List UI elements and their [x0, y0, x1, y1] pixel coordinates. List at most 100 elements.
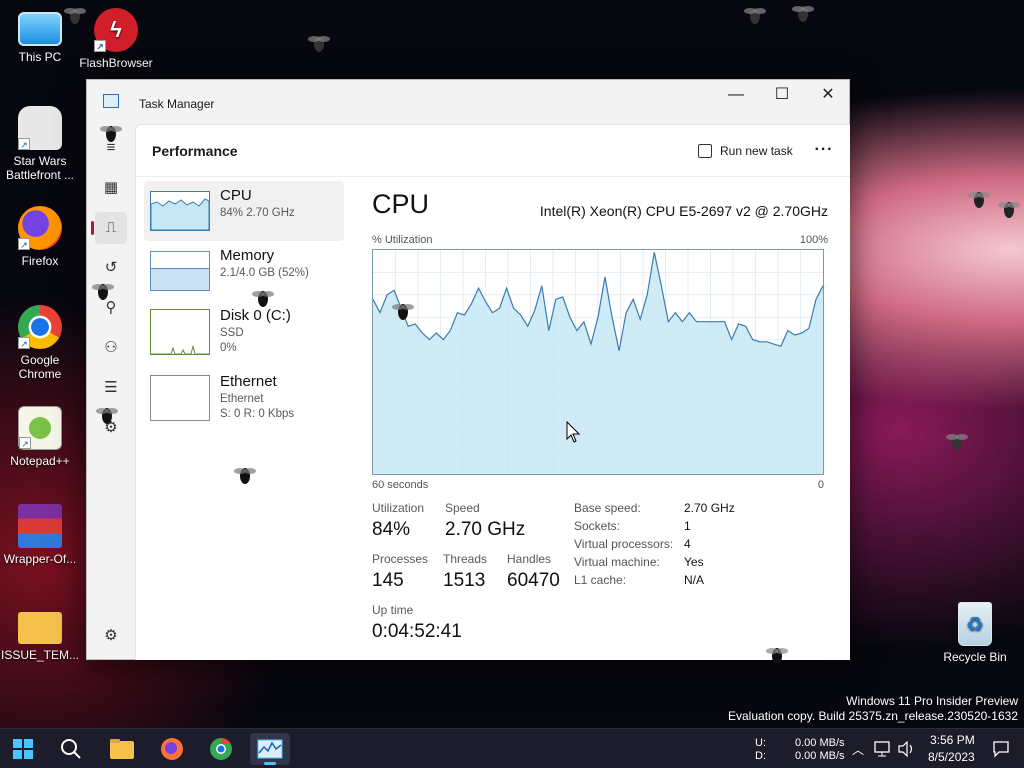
fly-icon [392, 304, 414, 320]
device-name: Ethernet [220, 373, 277, 390]
cpu-utilization-graph [372, 249, 824, 475]
file-explorer-button[interactable] [102, 733, 142, 765]
fly-icon [998, 202, 1020, 218]
cpu-heading: CPU [372, 189, 430, 219]
cpu-utilization-svg [373, 250, 824, 474]
mouse-cursor-icon [566, 421, 580, 443]
memory-thumbnail-graph [150, 251, 210, 291]
file-explorer-icon [110, 739, 134, 759]
page-title: Performance [152, 143, 238, 159]
shortcut-arrow-icon: ↗ [19, 437, 31, 449]
threads-label: Threads [443, 552, 488, 566]
desktop-icon-recycle-bin[interactable]: ♻ Recycle Bin [935, 602, 1015, 664]
volume-icon[interactable] [898, 741, 916, 757]
desktop-icon-flashbrowser[interactable]: ϟ ↗ FlashBrowser [76, 8, 156, 70]
fly-icon [792, 6, 814, 22]
spec-label-virtual-machine: Virtual machine: [574, 555, 660, 569]
clock-date[interactable]: 8/5/2023 [928, 750, 975, 764]
users-icon[interactable]: ⚇ [95, 332, 127, 364]
device-detail-secondary: 0% [220, 342, 237, 354]
computer-icon [18, 12, 62, 46]
chrome-icon: ↗ [18, 305, 62, 349]
cpu-model-name: Intel(R) Xeon(R) CPU E5-2697 v2 @ 2.70GH… [539, 203, 828, 219]
speed-value: 2.70 GHz [445, 519, 526, 540]
graph-time-span-label: 60 seconds [372, 479, 429, 491]
title-bar[interactable]: Task Manager — ☐ ✕ [87, 80, 849, 124]
notification-icon[interactable] [992, 740, 1010, 758]
device-detail: 2.1/4.0 GB (52%) [220, 267, 309, 279]
desktop-icon-star-wars[interactable]: ↗ Star Wars Battlefront ... [0, 106, 80, 182]
watermark-line-1: Windows 11 Pro Insider Preview [846, 694, 1018, 708]
device-item-ethernet[interactable]: Ethernet Ethernet S: 0 R: 0 Kbps [144, 367, 344, 427]
fly-icon [64, 8, 86, 24]
fly-icon [968, 192, 990, 208]
handles-label: Handles [507, 552, 552, 566]
desktop-icon-chrome[interactable]: ↗ Google Chrome [0, 305, 80, 381]
uptime-value: 0:04:52:41 [372, 621, 462, 642]
stormtrooper-icon: ↗ [18, 106, 62, 150]
task-manager-app-icon [103, 94, 119, 108]
more-options-button[interactable]: ··· [808, 137, 840, 165]
processes-icon[interactable]: ▦ [95, 172, 127, 204]
firefox-taskbar-button[interactable] [152, 733, 192, 765]
watermark-line-2: Evaluation copy. Build 25375.zn_release.… [728, 709, 1018, 723]
fly-icon [744, 8, 766, 24]
close-button[interactable]: ✕ [805, 80, 851, 110]
firefox-icon: ↗ [18, 206, 62, 250]
desktop-icon-firefox[interactable]: ↗ Firefox [0, 206, 80, 268]
desktop-icon-wrapper[interactable]: Wrapper-Of... [0, 504, 80, 566]
disk-thumbnail-graph [150, 309, 210, 355]
shortcut-arrow-icon: ↗ [18, 138, 30, 150]
notepadpp-icon: ↗ [18, 406, 62, 450]
run-new-task-button[interactable]: Run new task [690, 137, 801, 165]
device-detail: Ethernet [220, 393, 264, 405]
spec-label-virtual-processors: Virtual processors: [574, 537, 674, 551]
settings-icon[interactable]: ⚙ [95, 620, 127, 652]
ethernet-thumbnail-graph [150, 375, 210, 421]
net-download-speed: 0.00 MB/s [795, 750, 845, 762]
spec-value-virtual-machine: Yes [684, 555, 704, 569]
spec-value-base-speed: 2.70 GHz [684, 501, 735, 515]
spec-label-base-speed: Base speed: [574, 501, 641, 515]
device-detail: 84% 2.70 GHz [220, 207, 295, 219]
chrome-icon [210, 737, 232, 760]
device-item-disk[interactable]: Disk 0 (C:) SSD 0% [144, 301, 344, 361]
processes-value: 145 [372, 570, 404, 591]
search-button[interactable] [51, 733, 91, 765]
start-icon [13, 739, 33, 759]
desktop-icon-issue-template[interactable]: ISSUE_TEM... [0, 604, 80, 662]
device-name: CPU [220, 187, 252, 204]
task-manager-window: Task Manager — ☐ ✕ ≡ ▦ ⎍ ↺ ⚲ ⚇ ☰ ⚙ ⚙ Per… [86, 79, 850, 660]
performance-icon[interactable]: ⎍ [91, 212, 127, 244]
shortcut-arrow-icon: ↗ [94, 40, 106, 52]
chevron-up-icon[interactable]: ︿ [852, 741, 864, 758]
spec-value-sockets: 1 [684, 519, 691, 533]
cpu-thumbnail-svg [151, 198, 209, 230]
processes-label: Processes [372, 552, 429, 566]
task-manager-taskbar-button[interactable] [250, 733, 290, 765]
maximize-button[interactable]: ☐ [759, 80, 805, 110]
clock-time[interactable]: 3:56 PM [930, 733, 975, 747]
fly-icon [92, 284, 114, 300]
chrome-taskbar-button[interactable] [201, 733, 241, 765]
device-item-memory[interactable]: Memory 2.1/4.0 GB (52%) [144, 241, 344, 301]
speed-label: Speed [445, 501, 480, 515]
start-button[interactable] [3, 733, 43, 765]
network-icon[interactable] [874, 741, 892, 757]
window-title: Task Manager [139, 97, 215, 111]
net-upload-label: U: [755, 737, 766, 749]
spec-label-l1-cache: L1 cache: [574, 573, 627, 587]
spec-label-sockets: Sockets: [574, 519, 621, 533]
run-task-icon [698, 143, 712, 158]
handles-value: 60470 [507, 570, 560, 591]
minimize-button[interactable]: — [713, 80, 759, 110]
details-icon[interactable]: ☰ [95, 372, 127, 404]
desktop-icon-notepadpp[interactable]: ↗ Notepad++ [0, 406, 80, 468]
disk-thumbnail-svg [151, 345, 209, 354]
net-download-label: D: [755, 750, 766, 762]
device-item-cpu[interactable]: CPU 84% 2.70 GHz [144, 181, 344, 241]
spec-value-virtual-processors: 4 [684, 537, 691, 551]
performance-page: Performance Run new task ··· CPU 84% 2.7… [135, 124, 850, 660]
fly-icon [234, 468, 256, 484]
spec-value-l1-cache: N/A [684, 573, 705, 587]
